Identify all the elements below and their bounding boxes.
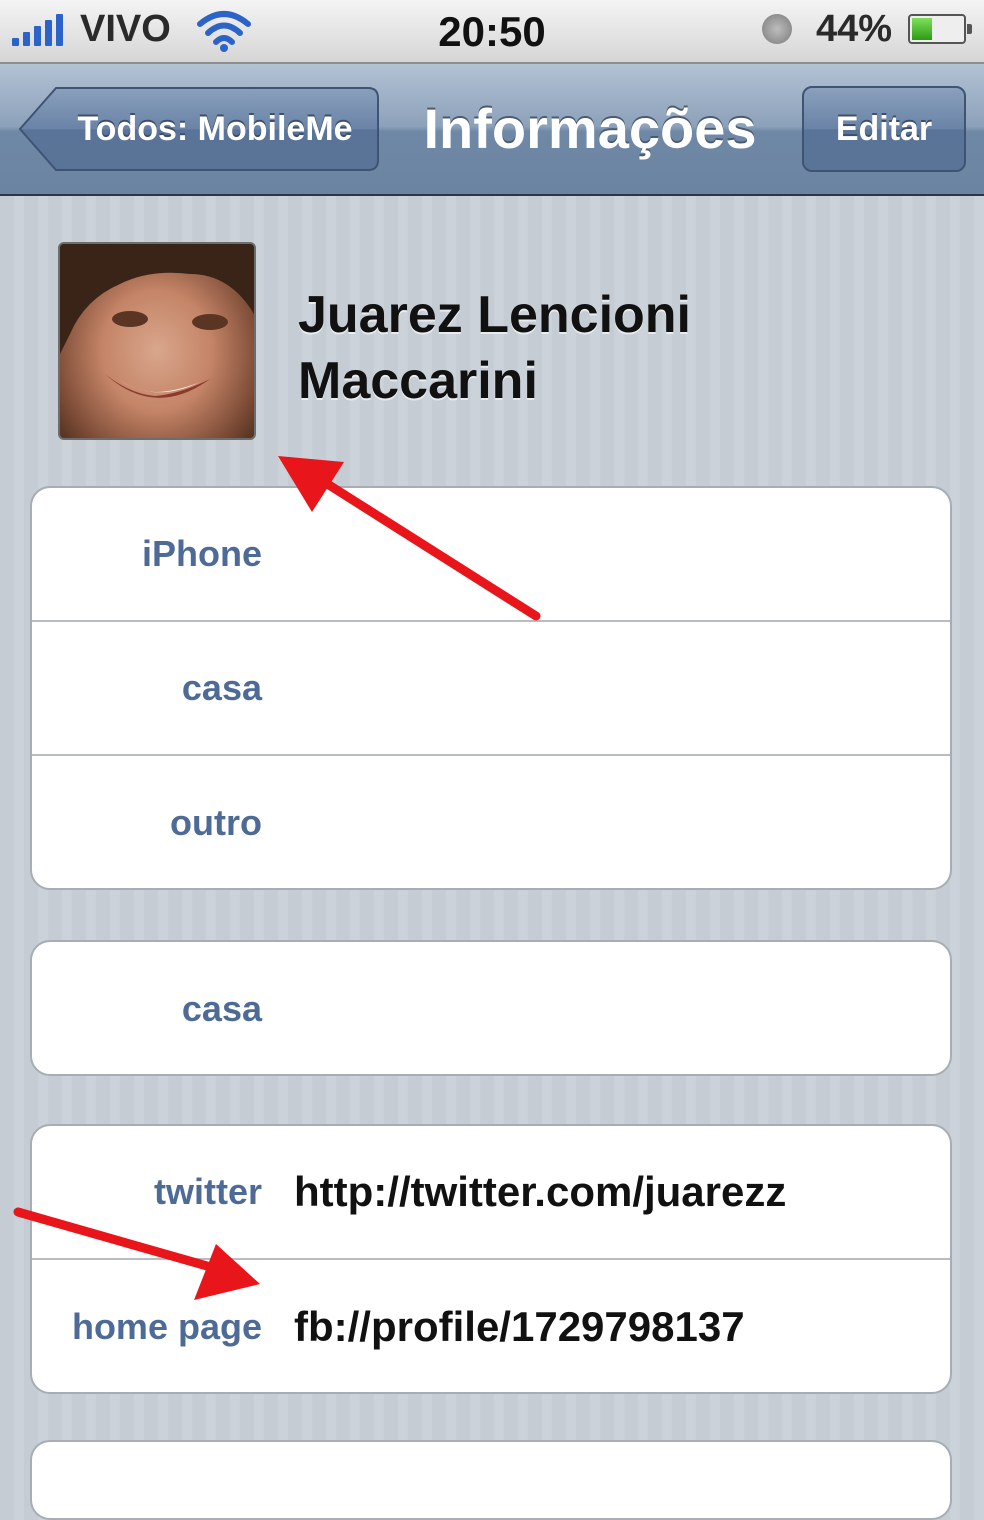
url-row-twitter[interactable]: twitter http://twitter.com/juarezz [32, 1126, 950, 1260]
row-value: http://twitter.com/juarezz [294, 1168, 787, 1215]
battery-icon [908, 14, 972, 44]
page-title: Informações [423, 97, 757, 160]
back-button[interactable]: Todos: MobileMe [18, 86, 380, 172]
contact-photo[interactable] [58, 242, 256, 440]
status-bar: VIVO 20:50 44% [0, 0, 984, 64]
urls-group: twitter http://twitter.com/juarezz home … [30, 1124, 952, 1394]
url-row-home-page[interactable]: home page fb://profile/1729798137 [32, 1260, 950, 1392]
back-button-label: Todos: MobileMe [77, 110, 353, 148]
row-label: twitter [154, 1171, 262, 1212]
phones-group: iPhone casa outro [30, 486, 952, 890]
row-label: home page [71, 1306, 262, 1347]
row-value: fb://profile/1729798137 [294, 1303, 745, 1350]
row-label: casa [181, 667, 262, 708]
contact-name: Juarez Lencioni Maccarini [298, 286, 691, 410]
row-value [294, 756, 934, 888]
row-value [294, 488, 934, 620]
contact-face-image [60, 244, 254, 398]
phone-row-iphone[interactable]: iPhone [32, 488, 950, 622]
next-group-partial [30, 1440, 952, 1520]
email-row-casa[interactable]: casa [32, 942, 950, 1074]
row-label: outro [170, 802, 262, 843]
phone-row-casa[interactable]: casa [32, 622, 950, 756]
battery-percentage: 44% [816, 8, 893, 50]
row-label: casa [181, 988, 262, 1029]
edit-button[interactable]: Editar [802, 86, 966, 172]
phone-row-outro[interactable]: outro [32, 756, 950, 888]
alarm-clock-icon [762, 14, 792, 44]
row-value [294, 942, 934, 1074]
battery-level-fill [912, 18, 932, 40]
row-value [294, 622, 934, 754]
navigation-bar: Todos: MobileMe Informações Editar [0, 64, 984, 196]
row-label: iPhone [141, 533, 262, 574]
email-group: casa [30, 940, 952, 1076]
